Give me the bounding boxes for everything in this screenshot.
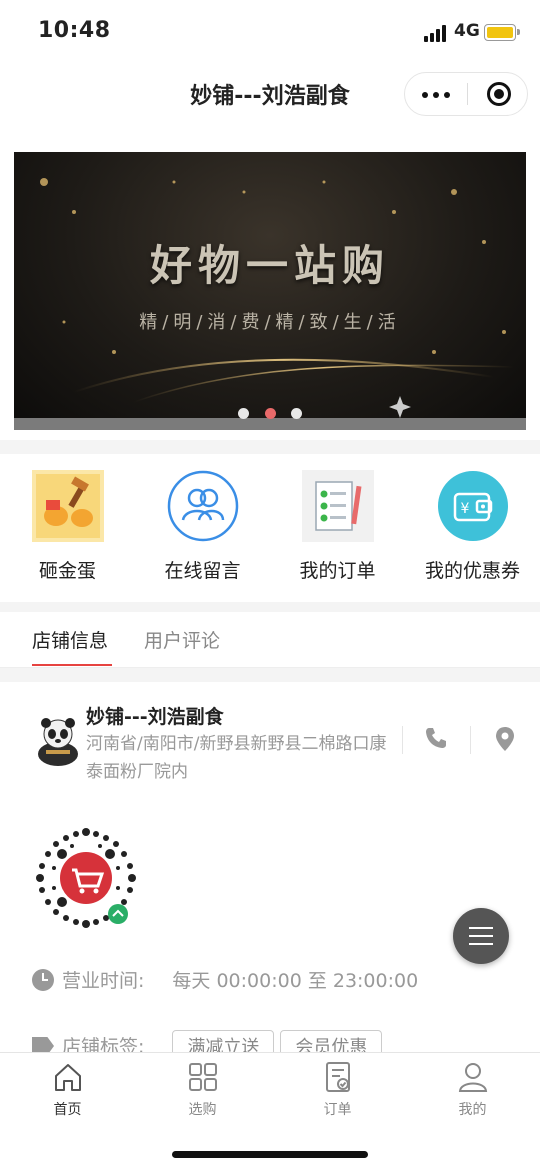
tabbar-orders[interactable]: 订单 xyxy=(270,1061,405,1119)
wallet-coupon-icon: ¥ xyxy=(437,470,509,542)
tabbar-profile[interactable]: 我的 xyxy=(405,1061,540,1119)
business-hours-label: 营业时间: xyxy=(62,970,145,992)
quick-menu: 砸金蛋 在线留言 我的订单 ¥ 我的优惠券 xyxy=(0,456,540,602)
quick-menu-label: 我的优惠券 xyxy=(424,560,520,582)
order-icon xyxy=(322,1061,354,1093)
tab-store-info[interactable]: 店铺信息 xyxy=(32,626,108,653)
status-time: 10:48 xyxy=(38,18,111,43)
store-name: 妙铺---刘浩副食 xyxy=(86,706,224,728)
more-icon[interactable] xyxy=(405,73,467,115)
tabbar-label: 首页 xyxy=(53,1102,82,1118)
tabbar-shop[interactable]: 选购 xyxy=(135,1061,270,1119)
close-miniprogram-icon[interactable] xyxy=(487,82,511,106)
promo-banner[interactable]: 好物一站购 精/明/消/费/精/致/生/活 xyxy=(14,152,526,430)
tabbar-label: 订单 xyxy=(323,1102,352,1118)
store-address: 河南省/南阳市/新野县新野县二棉路口康泰面粉厂院内 xyxy=(86,734,387,782)
banner-subtitle: 精/明/消/费/精/致/生/活 xyxy=(139,312,401,333)
capsule-divider xyxy=(467,83,468,105)
store-avatar xyxy=(32,714,84,766)
tabbar-label: 我的 xyxy=(458,1102,487,1118)
miniprogram-qr-code[interactable] xyxy=(32,824,140,932)
banner-title: 好物一站购 xyxy=(149,241,390,290)
business-hours-value: 每天 00:00:00 至 23:00:00 xyxy=(172,970,419,992)
carousel-dot-active[interactable] xyxy=(264,408,276,419)
divider xyxy=(402,726,403,754)
quick-menu-label: 砸金蛋 xyxy=(38,560,96,582)
profile-icon xyxy=(457,1061,489,1093)
svg-text:¥: ¥ xyxy=(460,501,469,517)
grid-icon xyxy=(187,1061,219,1093)
tabbar-home[interactable]: 首页 xyxy=(0,1061,135,1119)
quick-menu-online-message[interactable]: 在线留言 xyxy=(135,470,270,583)
bottom-tab-bar: 首页 选购 订单 我的 xyxy=(0,1052,540,1170)
carousel-dot[interactable] xyxy=(290,408,302,419)
clock-icon xyxy=(32,969,54,991)
battery-icon xyxy=(484,24,520,41)
carousel-dot[interactable] xyxy=(238,408,250,419)
tabbar-label: 选购 xyxy=(188,1102,217,1118)
business-hours: 营业时间: 每天 00:00:00 至 23:00:00 xyxy=(32,966,418,993)
quick-menu-label: 在线留言 xyxy=(164,560,241,582)
network-type: 4G xyxy=(454,21,480,41)
quick-menu-label: 我的订单 xyxy=(299,560,376,582)
divider xyxy=(470,726,471,754)
navigation-bar: 妙铺---刘浩副食 xyxy=(0,64,540,124)
signal-icon xyxy=(424,24,450,42)
quick-menu-golden-egg[interactable]: 砸金蛋 xyxy=(0,470,135,583)
floating-menu-button[interactable] xyxy=(453,908,509,964)
home-icon xyxy=(52,1061,84,1093)
golden-egg-icon xyxy=(31,470,104,542)
section-divider xyxy=(0,440,540,454)
users-icon xyxy=(167,470,239,542)
active-tab-indicator xyxy=(32,664,112,666)
store-tabs: 店铺信息 用户评论 xyxy=(0,612,540,668)
tab-user-reviews[interactable]: 用户评论 xyxy=(144,626,220,653)
order-list-icon xyxy=(301,470,374,542)
quick-menu-my-orders[interactable]: 我的订单 xyxy=(270,470,405,583)
section-divider xyxy=(0,602,540,612)
location-icon[interactable] xyxy=(492,726,518,752)
home-indicator xyxy=(172,1151,368,1158)
status-bar: 10:48 4G xyxy=(0,0,540,64)
quick-menu-my-coupons[interactable]: ¥ 我的优惠券 xyxy=(405,470,540,583)
phone-icon[interactable] xyxy=(424,726,448,750)
miniprogram-capsule xyxy=(404,72,528,116)
section-divider xyxy=(0,668,540,682)
carousel-indicators xyxy=(14,404,526,423)
